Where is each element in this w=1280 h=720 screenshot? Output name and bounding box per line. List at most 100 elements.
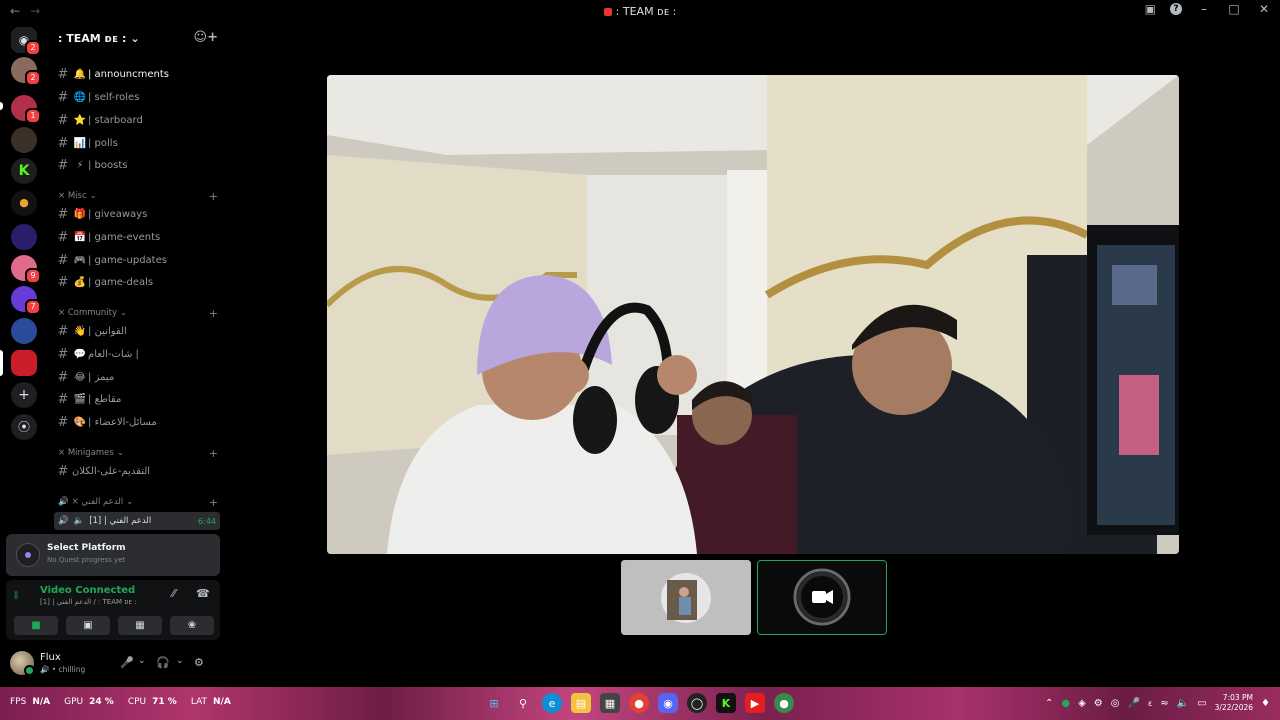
- add-channel-icon[interactable]: +: [209, 447, 218, 460]
- channel-game-events[interactable]: # 📅 | game-events: [54, 227, 220, 247]
- server-anime-icon[interactable]: 1: [11, 95, 41, 124]
- channel-member-questions[interactable]: # 🎨 | مسائل-الاعضاء: [54, 412, 220, 432]
- user-status[interactable]: 🔊 • chilling: [40, 665, 85, 674]
- channel-rules[interactable]: # 👋 | القوانين: [54, 321, 220, 341]
- main-video-feed[interactable]: [327, 75, 1179, 554]
- disconnect-icon[interactable]: ☎: [196, 587, 210, 600]
- voice-status[interactable]: Video Connected: [40, 585, 135, 596]
- server-orange-icon[interactable]: ●: [11, 190, 37, 216]
- add-channel-icon[interactable]: +: [209, 190, 218, 203]
- add-channel-icon[interactable]: +: [209, 496, 218, 509]
- category-support[interactable]: 🔊 × الدعم الفني ⌄ +: [58, 495, 220, 509]
- channel-starboard[interactable]: # ⭐ | starboard: [54, 110, 220, 130]
- channel-announcments[interactable]: # 🔔 | announcments: [54, 64, 220, 84]
- chevron-up-icon[interactable]: ⌃: [1045, 698, 1053, 709]
- camera-button[interactable]: ■: [14, 616, 58, 635]
- server-header[interactable]: : TEAM ᴅᴇ : ⌄ ☺+: [48, 22, 226, 54]
- channel-giveaways[interactable]: # 🎁 | giveaways: [54, 204, 220, 224]
- notification-bell-icon[interactable]: ♦: [1261, 698, 1270, 709]
- maximize-icon[interactable]: □: [1226, 2, 1242, 16]
- add-server-icon[interactable]: +: [11, 382, 37, 408]
- channel-game-deals[interactable]: # 💰 | game-deals: [54, 272, 220, 292]
- server-team-icon[interactable]: [11, 350, 37, 376]
- channel-general-chat[interactable]: # 💬 شات-العام |: [54, 344, 220, 364]
- chrome-icon[interactable]: ●: [629, 693, 649, 713]
- server-purple-icon[interactable]: 7: [11, 286, 41, 315]
- volume-tray-icon[interactable]: 🔈: [1177, 698, 1189, 709]
- username[interactable]: Flux: [40, 652, 61, 663]
- server-avatar-icon[interactable]: 2: [11, 57, 41, 86]
- network-app-icon[interactable]: ◈: [1078, 698, 1086, 709]
- wifi-icon[interactable]: ≈: [1160, 698, 1168, 709]
- signal-icon[interactable]: ⧚: [14, 588, 18, 603]
- hash-icon: #: [57, 89, 69, 105]
- add-channel-icon[interactable]: +: [209, 307, 218, 320]
- channel-clips[interactable]: # 🎬 | مقاطع: [54, 389, 220, 409]
- server-blue-icon[interactable]: [11, 318, 37, 344]
- file-explorer-icon[interactable]: ▤: [571, 693, 591, 713]
- gear-icon[interactable]: ⚙: [194, 656, 204, 669]
- channel-clan-apply[interactable]: # التقديم-على-الكلان: [54, 461, 220, 481]
- channel-memes[interactable]: # 😂 | ميمز: [54, 367, 220, 387]
- category-minigames[interactable]: × Minigames ⌄ +: [58, 446, 220, 460]
- palette-icon: 🎨: [73, 416, 87, 428]
- back-arrow-icon[interactable]: ←: [10, 4, 20, 18]
- minimize-icon[interactable]: –: [1196, 2, 1212, 16]
- participant-tile[interactable]: [621, 560, 751, 635]
- github-icon[interactable]: ◯: [687, 693, 707, 713]
- youtube-icon[interactable]: ▶: [745, 693, 765, 713]
- channel-boosts[interactable]: # ⚡ | boosts: [54, 155, 220, 175]
- inbox-icon[interactable]: ▣: [1145, 2, 1156, 16]
- close-icon[interactable]: ✕: [1256, 2, 1272, 16]
- self-camera-tile[interactable]: [757, 560, 887, 635]
- screen-share-button[interactable]: ▣: [66, 616, 110, 635]
- windows-start-icon[interactable]: ⊞: [484, 693, 504, 713]
- voice-channel-support[interactable]: 🔊 🔈 [1] | الدعم الفني 6:44: [54, 512, 220, 530]
- mic-tray-icon[interactable]: 🎤: [1127, 698, 1139, 709]
- search-icon[interactable]: ⚲: [513, 693, 533, 713]
- platform-title: Select Platform: [47, 543, 126, 553]
- forward-arrow-icon[interactable]: →: [30, 4, 40, 18]
- server-infinite-store-icon[interactable]: [11, 224, 37, 250]
- hash-icon: #: [57, 157, 69, 173]
- store-icon[interactable]: ▦: [600, 693, 620, 713]
- server-kick-icon[interactable]: K: [11, 158, 37, 184]
- channel-game-updates[interactable]: # 🎮 | game-updates: [54, 250, 220, 270]
- channel-self-roles[interactable]: # 🌐 | self-roles: [54, 87, 220, 107]
- select-platform-card[interactable]: Select Platform No Quest progress yet: [6, 534, 220, 576]
- noise-suppression-icon[interactable]: ⁄⁄: [172, 587, 176, 600]
- clock[interactable]: 7:03 PM 3/22/2026: [1215, 693, 1253, 713]
- discover-icon[interactable]: ⦿: [11, 414, 37, 440]
- edge-icon[interactable]: e: [542, 693, 562, 713]
- chrome-alt-icon[interactable]: ●: [774, 693, 794, 713]
- server-pink-icon[interactable]: 9: [11, 255, 41, 284]
- xbox-icon[interactable]: ◎: [1111, 698, 1120, 709]
- kick-icon[interactable]: K: [716, 693, 736, 713]
- green-dot-icon[interactable]: ●: [1061, 698, 1070, 709]
- language-icon[interactable]: ε: [1148, 699, 1152, 708]
- server-dark-icon[interactable]: [11, 127, 37, 153]
- voice-channel-path[interactable]: [1] | الدعم الفني / : TEAM ᴅᴇ :: [40, 598, 137, 606]
- discord-home-icon[interactable]: ◉ 2: [11, 27, 41, 56]
- hash-icon: #: [57, 229, 69, 245]
- hash-icon: #: [57, 252, 69, 268]
- discord-icon[interactable]: ◉: [658, 693, 678, 713]
- bell-icon: 🔔: [73, 68, 87, 80]
- chevron-down-icon[interactable]: ⌄: [138, 656, 146, 666]
- avatar[interactable]: [10, 651, 35, 676]
- channel-label: | game-events: [88, 231, 161, 243]
- microphone-icon[interactable]: 🎤: [120, 656, 134, 669]
- speech-bubble-icon: 💬: [73, 348, 87, 360]
- steam-icon[interactable]: ⚙: [1094, 698, 1103, 709]
- battery-icon[interactable]: ▭: [1197, 698, 1206, 709]
- calendar-icon: 📅: [73, 231, 87, 243]
- activities-button[interactable]: ▦: [118, 616, 162, 635]
- category-community[interactable]: × Community ⌄ +: [58, 306, 220, 320]
- headphones-icon[interactable]: 🎧: [156, 656, 170, 669]
- chevron-down-icon[interactable]: ⌄: [176, 656, 184, 666]
- help-icon[interactable]: ?: [1170, 3, 1182, 15]
- channel-polls[interactable]: # 📊 | polls: [54, 133, 220, 153]
- add-member-icon[interactable]: ☺+: [194, 30, 218, 45]
- category-misc[interactable]: × Misc ⌄ +: [58, 189, 220, 203]
- soundboard-button[interactable]: ❀: [170, 616, 214, 635]
